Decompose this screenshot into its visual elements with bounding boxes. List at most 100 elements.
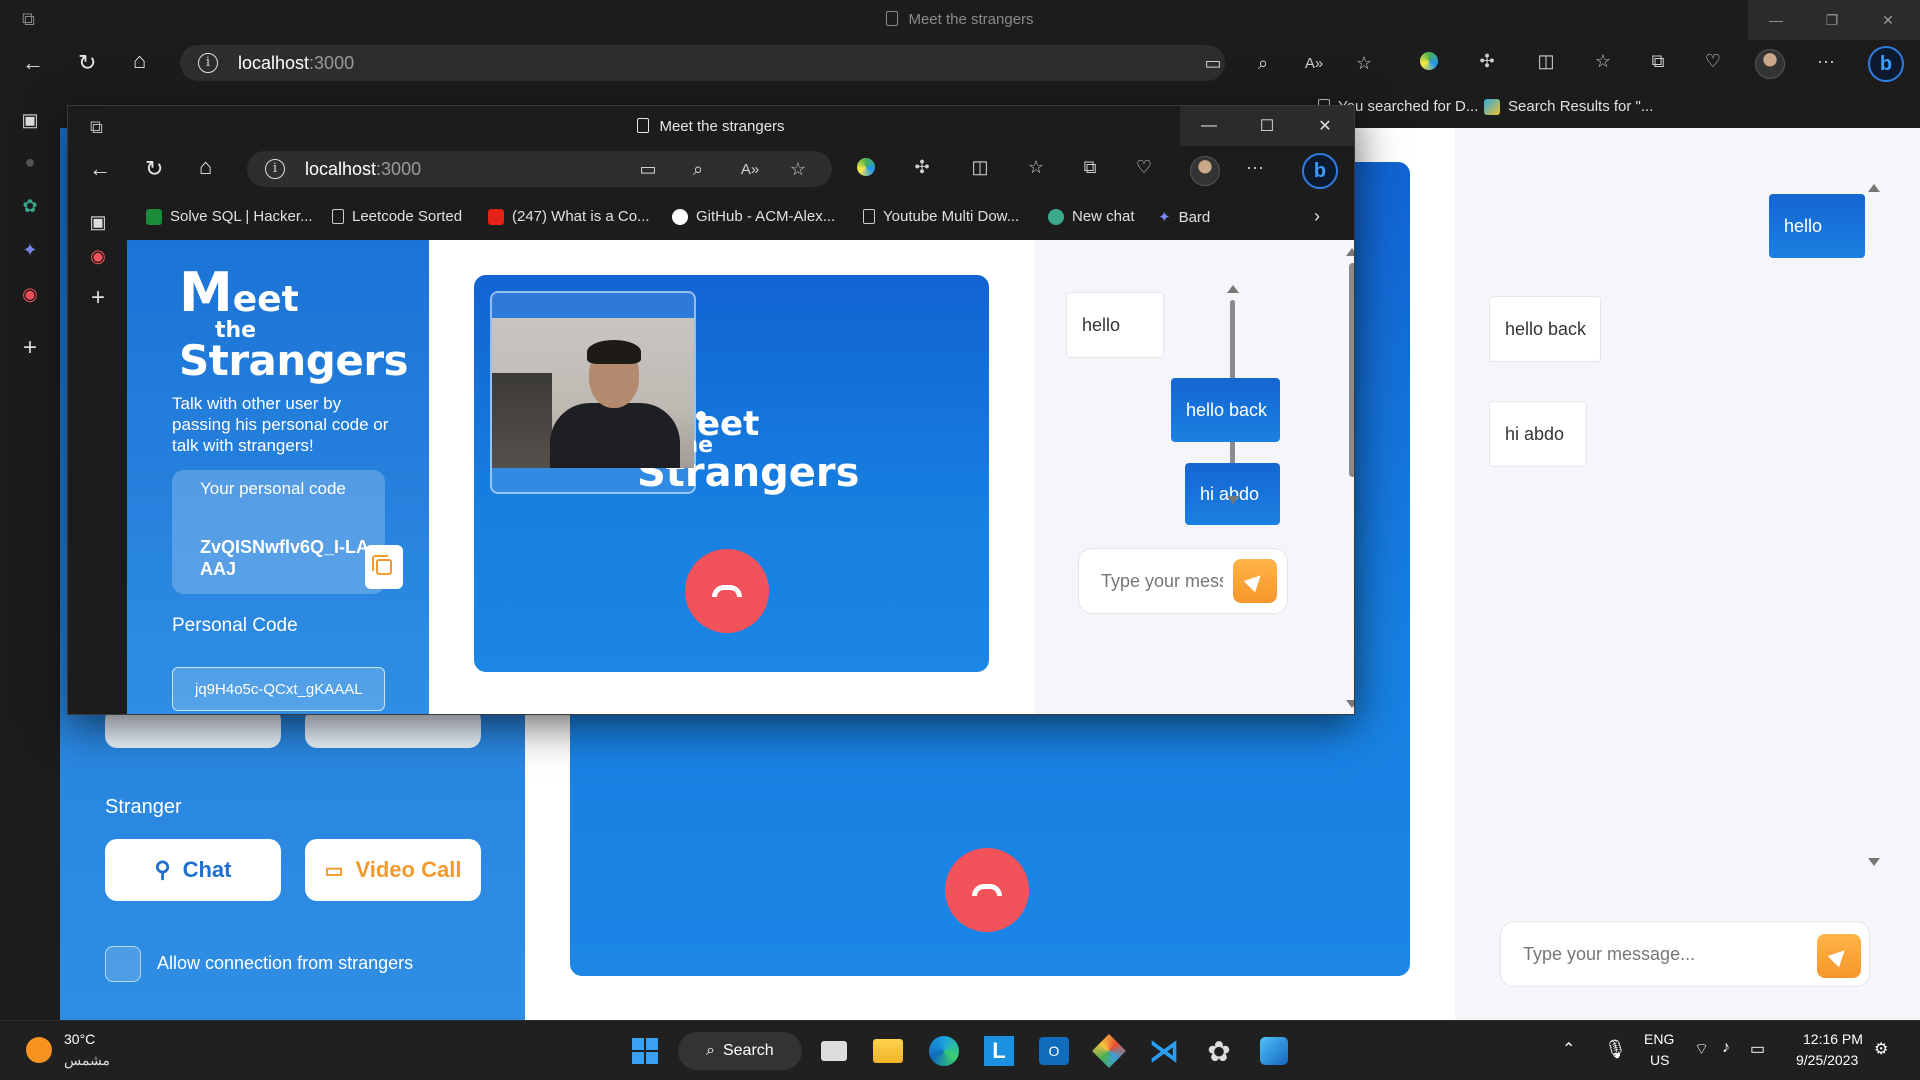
favorite-item[interactable]: GitHub - ACM-Alex...	[672, 208, 835, 225]
chatgpt-icon[interactable]: ✿	[18, 194, 42, 218]
favorite-item[interactable]: New chat	[1048, 208, 1135, 225]
clock-date[interactable]: 9/25/2023	[1796, 1052, 1858, 1068]
favorites-icon[interactable]: ☆	[1025, 156, 1047, 178]
health-icon[interactable]: ♡	[1133, 156, 1155, 178]
site-info-icon[interactable]: i	[198, 53, 218, 73]
battery-icon[interactable]: ▭	[1750, 1039, 1765, 1059]
send-button[interactable]	[1233, 559, 1277, 603]
favorite-item[interactable]: Leetcode Sorted	[332, 208, 462, 225]
address-bar[interactable]: i localhost:3000 ▭ ⌕ A» ☆	[247, 151, 832, 187]
video-icon[interactable]: ▭	[637, 158, 659, 180]
back-icon[interactable]: ←	[89, 158, 111, 180]
close-button[interactable]: ✕	[1296, 106, 1354, 146]
tabs-icon[interactable]: ▣	[86, 210, 110, 234]
favorite-item[interactable]: Solve SQL | Hacker...	[146, 208, 313, 225]
weather-temp[interactable]: 30°C	[64, 1031, 95, 1047]
home-icon[interactable]: ⌂	[133, 50, 146, 72]
favorite-item[interactable]: Youtube Multi Dow...	[863, 208, 1019, 225]
add-icon[interactable]: +	[86, 284, 110, 311]
microphone-icon[interactable]: 🎙	[1604, 1039, 1627, 1060]
add-icon[interactable]: +	[18, 334, 42, 361]
maximize-button[interactable]: ☐	[1238, 106, 1296, 146]
hangup-button[interactable]	[685, 549, 769, 633]
collections-icon[interactable]: ⧉	[1079, 156, 1101, 178]
chatgpt-icon[interactable]: ✿	[1201, 1033, 1237, 1069]
edge-icon[interactable]	[926, 1033, 962, 1069]
bing-copilot-icon[interactable]: b	[1868, 46, 1904, 82]
record-icon[interactable]: ◉	[18, 282, 42, 306]
start-icon[interactable]	[627, 1033, 663, 1069]
restore-button[interactable]: ❐	[1804, 0, 1860, 40]
chat-message-input[interactable]: Type your mess	[1078, 548, 1288, 614]
vscode-icon[interactable]: ⋊	[1146, 1033, 1182, 1069]
file-explorer-icon[interactable]	[870, 1033, 906, 1069]
scroll-up-icon[interactable]	[1868, 184, 1880, 192]
extensions-icon[interactable]: ✣	[911, 156, 933, 178]
extension-color-icon[interactable]	[855, 156, 877, 178]
profile-avatar[interactable]	[1755, 49, 1785, 79]
favorite-item[interactable]: Search Results for "...	[1484, 98, 1653, 115]
copy-code-button[interactable]	[365, 545, 403, 589]
language-bottom[interactable]: US	[1650, 1052, 1669, 1068]
stranger-chat-button[interactable]: ⚲ Chat	[105, 839, 281, 901]
bing-copilot-icon[interactable]: b	[1302, 153, 1338, 189]
minimize-button[interactable]: —	[1748, 0, 1804, 40]
scroll-down-icon[interactable]	[1227, 496, 1239, 504]
bg-hangup-button[interactable]	[945, 848, 1029, 932]
read-aloud-icon[interactable]: A»	[1303, 52, 1325, 74]
video-icon[interactable]: ▭	[1202, 52, 1224, 74]
volume-icon[interactable]: ♪	[1722, 1039, 1730, 1057]
read-aloud-icon[interactable]: A»	[739, 158, 761, 180]
page-scrollbar[interactable]	[1346, 240, 1354, 714]
address-bar[interactable]: i localhost:3000 ▭ ⌕ A» ☆	[180, 45, 1372, 81]
personal-code-input[interactable]: jq9H4o5c-QCxt_gKAAAL	[172, 667, 385, 711]
outlook-icon[interactable]: O	[1036, 1033, 1072, 1069]
minimize-button[interactable]: —	[1180, 106, 1238, 146]
task-view-icon[interactable]	[816, 1033, 852, 1069]
github-icon[interactable]: ●	[18, 150, 42, 174]
allow-strangers-checkbox[interactable]	[105, 946, 141, 982]
favorites-icon[interactable]: ☆	[1592, 50, 1614, 72]
favorite-star-icon[interactable]: ☆	[1353, 52, 1375, 74]
collections-icon[interactable]: ⧉	[1647, 50, 1669, 72]
scroll-down-icon[interactable]	[1346, 700, 1354, 708]
stranger-video-call-button[interactable]: ▭ Video Call	[305, 839, 481, 901]
scroll-down-icon[interactable]	[1868, 858, 1880, 866]
record-icon[interactable]: ◉	[86, 244, 110, 268]
photos-icon[interactable]	[1256, 1033, 1292, 1069]
send-button[interactable]	[1817, 934, 1861, 978]
app-l-icon[interactable]: L	[981, 1033, 1017, 1069]
zoom-icon[interactable]: ⌕	[687, 158, 709, 180]
wifi-icon[interactable]: ⌔	[1694, 1039, 1709, 1059]
more-options-icon[interactable]: ···	[1244, 156, 1266, 178]
extension-color-icon[interactable]	[1418, 50, 1440, 72]
more-options-icon[interactable]: ···	[1815, 50, 1837, 72]
git-icon[interactable]	[1091, 1033, 1127, 1069]
refresh-icon[interactable]: ↻	[78, 52, 96, 74]
favorite-star-icon[interactable]: ☆	[787, 158, 809, 180]
back-icon[interactable]: ←	[22, 52, 44, 74]
language-top[interactable]: ENG	[1644, 1031, 1674, 1047]
extensions-icon[interactable]: ✣	[1476, 50, 1498, 72]
tabs-icon[interactable]: ▣	[18, 108, 42, 132]
refresh-icon[interactable]: ↻	[145, 158, 163, 180]
taskbar-search[interactable]: ⌕ Search	[678, 1032, 802, 1070]
more-favorites-chevron-icon[interactable]: ›	[1314, 206, 1320, 227]
weather-sun-icon[interactable]	[26, 1037, 52, 1063]
site-info-icon[interactable]: i	[265, 159, 285, 179]
page-scrollbar-thumb[interactable]	[1349, 263, 1354, 477]
close-button[interactable]: ✕	[1860, 0, 1916, 40]
scroll-up-icon[interactable]	[1227, 285, 1239, 293]
scroll-up-icon[interactable]	[1346, 248, 1354, 256]
profile-avatar[interactable]	[1190, 156, 1220, 186]
clock-time[interactable]: 12:16 PM	[1803, 1031, 1863, 1047]
split-screen-icon[interactable]: ◫	[969, 156, 991, 178]
show-hidden-icons-chevron[interactable]: ⌃	[1562, 1039, 1575, 1059]
health-icon[interactable]: ♡	[1702, 50, 1724, 72]
split-screen-icon[interactable]: ◫	[1535, 50, 1557, 72]
notifications-icon[interactable]: ⚙	[1874, 1039, 1888, 1059]
favorite-item[interactable]: ✦ Bard	[1158, 208, 1210, 227]
bard-icon[interactable]: ✦	[18, 238, 42, 262]
chat-message-input[interactable]: Type your message...	[1500, 921, 1870, 987]
zoom-icon[interactable]: ⌕	[1252, 52, 1274, 74]
